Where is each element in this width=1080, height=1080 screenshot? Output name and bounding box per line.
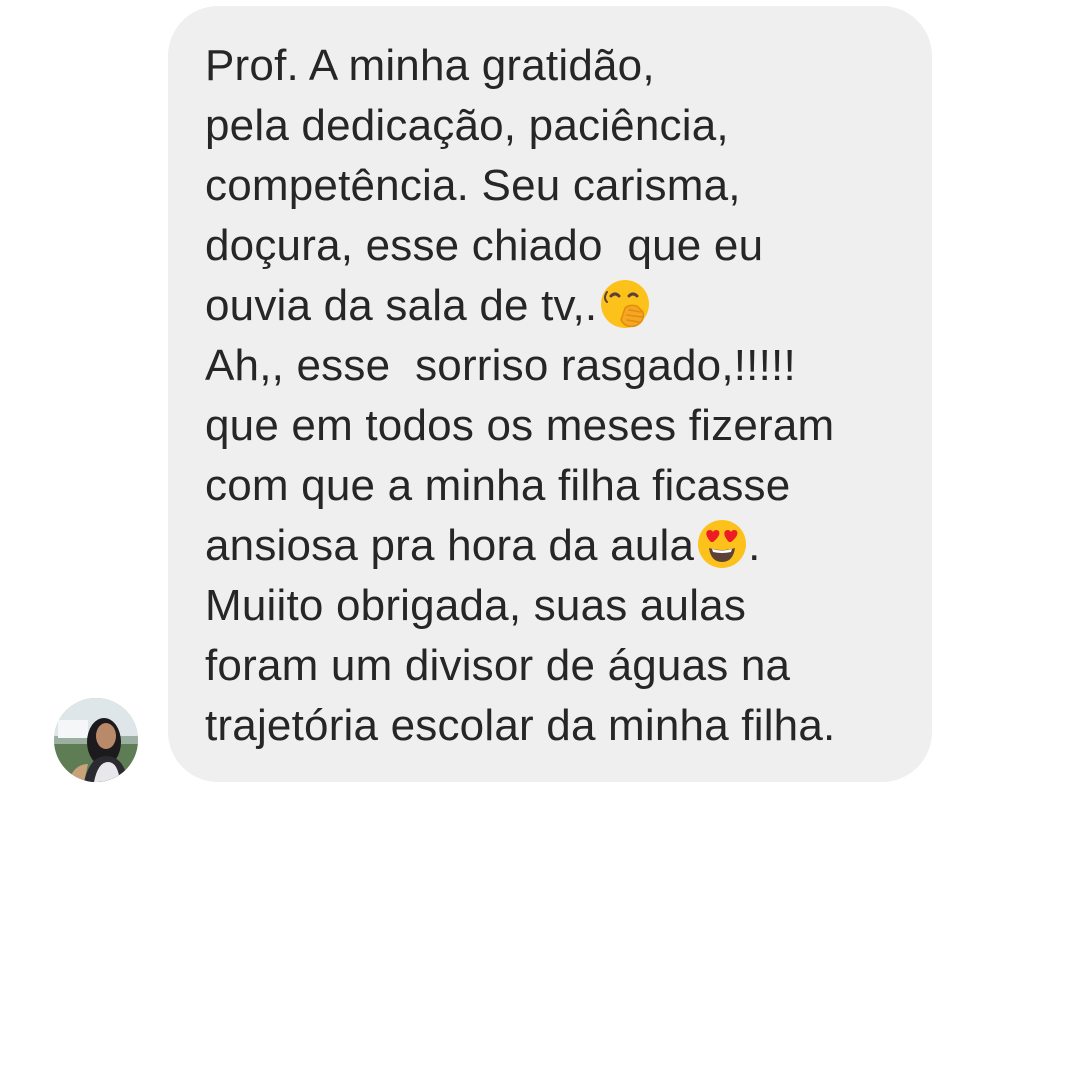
message-line: Muiito obrigada, suas aulas: [205, 581, 747, 630]
message-line-text: ansiosa pra hora da aula: [205, 521, 695, 570]
sender-avatar[interactable]: [54, 698, 138, 782]
message-line-suffix: .: [748, 521, 761, 570]
message-line: Ah,, esse sorriso rasgado,!!!!!: [205, 341, 796, 390]
message-line: Prof. A minha gratidão,: [205, 41, 655, 90]
message-line: doçura, esse chiado que eu: [205, 221, 764, 270]
message-line: competência. Seu carisma,: [205, 161, 741, 210]
message-text: Prof. A minha gratidão, pela dedicação, …: [205, 36, 912, 756]
message-line-text: ouvia da sala de tv,.: [205, 281, 598, 330]
smiling-face-with-heart-eyes-emoji: [696, 518, 748, 570]
message-line: com que a minha filha ficasse: [205, 461, 791, 510]
message-bubble[interactable]: Prof. A minha gratidão, pela dedicação, …: [168, 6, 932, 782]
message-line-with-emoji: ouvia da sala de tv,.: [205, 276, 912, 336]
message-line: pela dedicação, paciência,: [205, 101, 729, 150]
face-with-hand-over-mouth-emoji: [599, 278, 651, 330]
message-line-with-emoji: ansiosa pra hora da aula .: [205, 516, 912, 576]
message-line: que em todos os meses fizeram: [205, 401, 835, 450]
message-line: trajetória escolar da minha filha.: [205, 701, 836, 750]
message-line: foram um divisor de águas na: [205, 641, 791, 690]
message-row: Prof. A minha gratidão, pela dedicação, …: [0, 0, 1080, 800]
